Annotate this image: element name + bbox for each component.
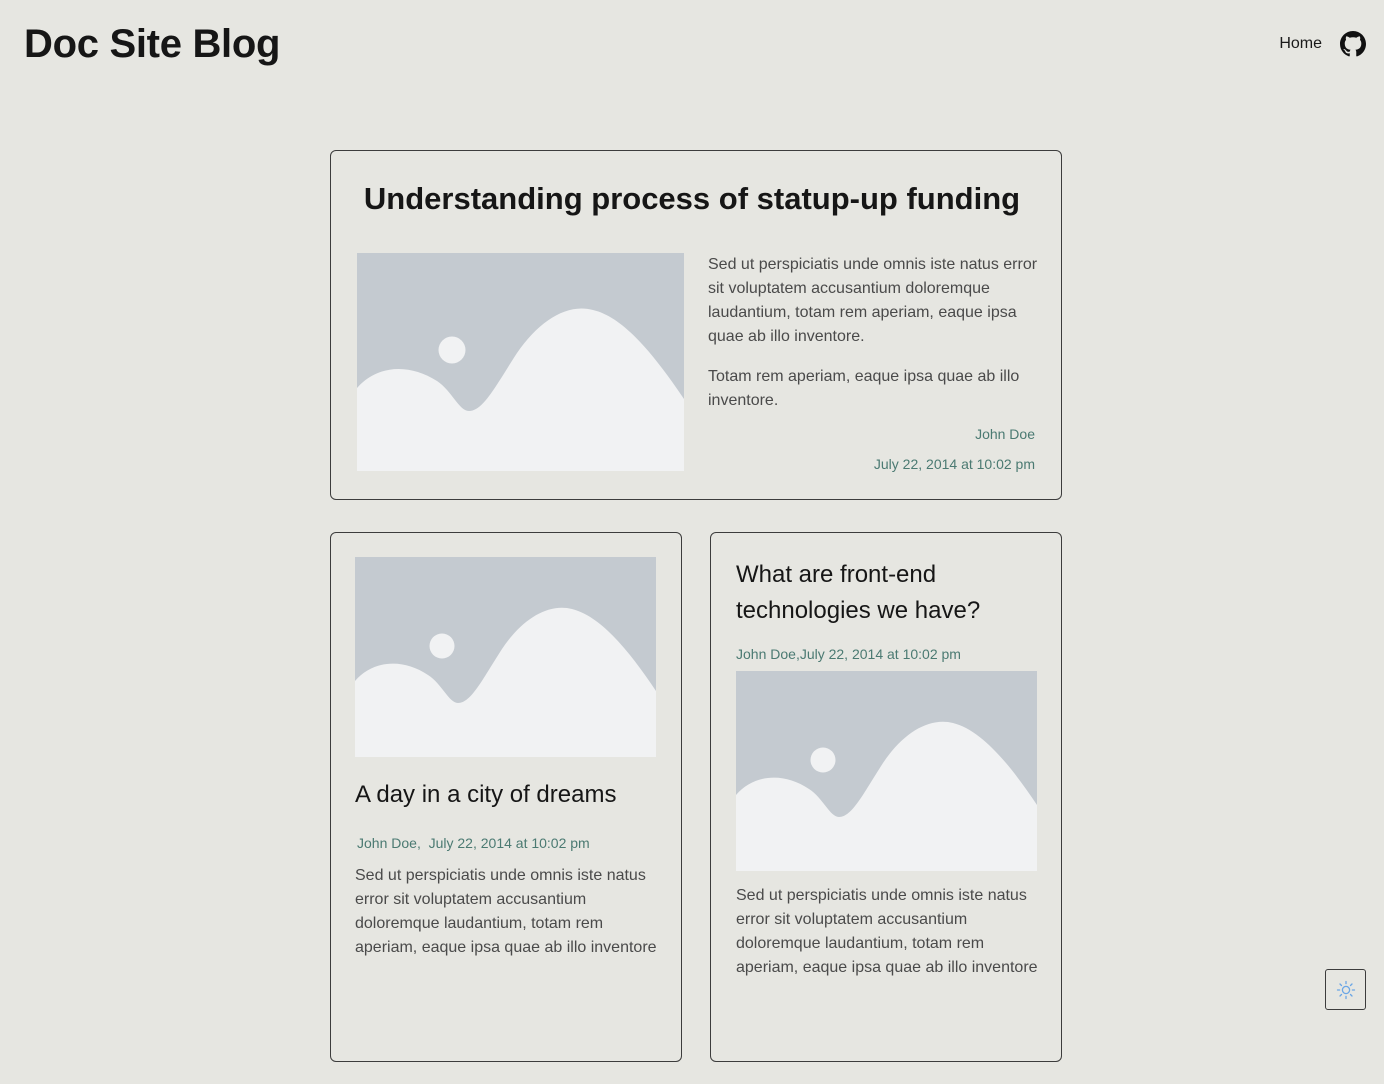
- nav-home-link[interactable]: Home: [1279, 31, 1322, 57]
- featured-post-paragraph: Sed ut perspiciatis unde omnis iste natu…: [708, 256, 1038, 345]
- image-placeholder-icon: [736, 671, 1037, 871]
- post-meta: John Doe,July 22, 2014 at 10:02 pm: [736, 644, 961, 664]
- image-placeholder-icon: [355, 557, 656, 757]
- github-icon[interactable]: [1340, 31, 1366, 57]
- featured-post-paragraph: Totam rem aperiam, eaque ipsa quae ab il…: [708, 368, 1020, 409]
- featured-post-author[interactable]: John Doe: [975, 424, 1035, 444]
- meta-separator: ,: [416, 835, 421, 851]
- post-meta: John Doe, July 22, 2014 at 10:02 pm: [357, 833, 590, 853]
- post-date: July 22, 2014 at 10:02 pm: [799, 646, 961, 662]
- featured-post-date: July 22, 2014 at 10:02 pm: [873, 456, 1035, 472]
- post-title[interactable]: A day in a city of dreams: [355, 777, 665, 813]
- featured-post-body: Sed ut perspiciatis unde omnis iste natu…: [708, 253, 1038, 429]
- top-nav: Home: [1279, 31, 1366, 57]
- post-date: July 22, 2014 at 10:02 pm: [428, 835, 590, 851]
- sun-icon: [1336, 980, 1355, 999]
- featured-post-title[interactable]: Understanding process of statup-up fundi…: [0, 178, 1384, 220]
- image-placeholder-icon: [357, 253, 684, 471]
- post-author[interactable]: John Doe: [357, 835, 417, 851]
- post-excerpt: Sed ut perspiciatis unde omnis iste natu…: [736, 887, 1038, 976]
- post-title[interactable]: What are front-end technologies we have?: [736, 557, 1036, 629]
- post-excerpt: Sed ut perspiciatis unde omnis iste natu…: [355, 867, 657, 956]
- site-title[interactable]: Doc Site Blog: [24, 20, 280, 68]
- theme-toggle-button[interactable]: [1325, 969, 1366, 1010]
- post-author[interactable]: John Doe: [736, 646, 796, 662]
